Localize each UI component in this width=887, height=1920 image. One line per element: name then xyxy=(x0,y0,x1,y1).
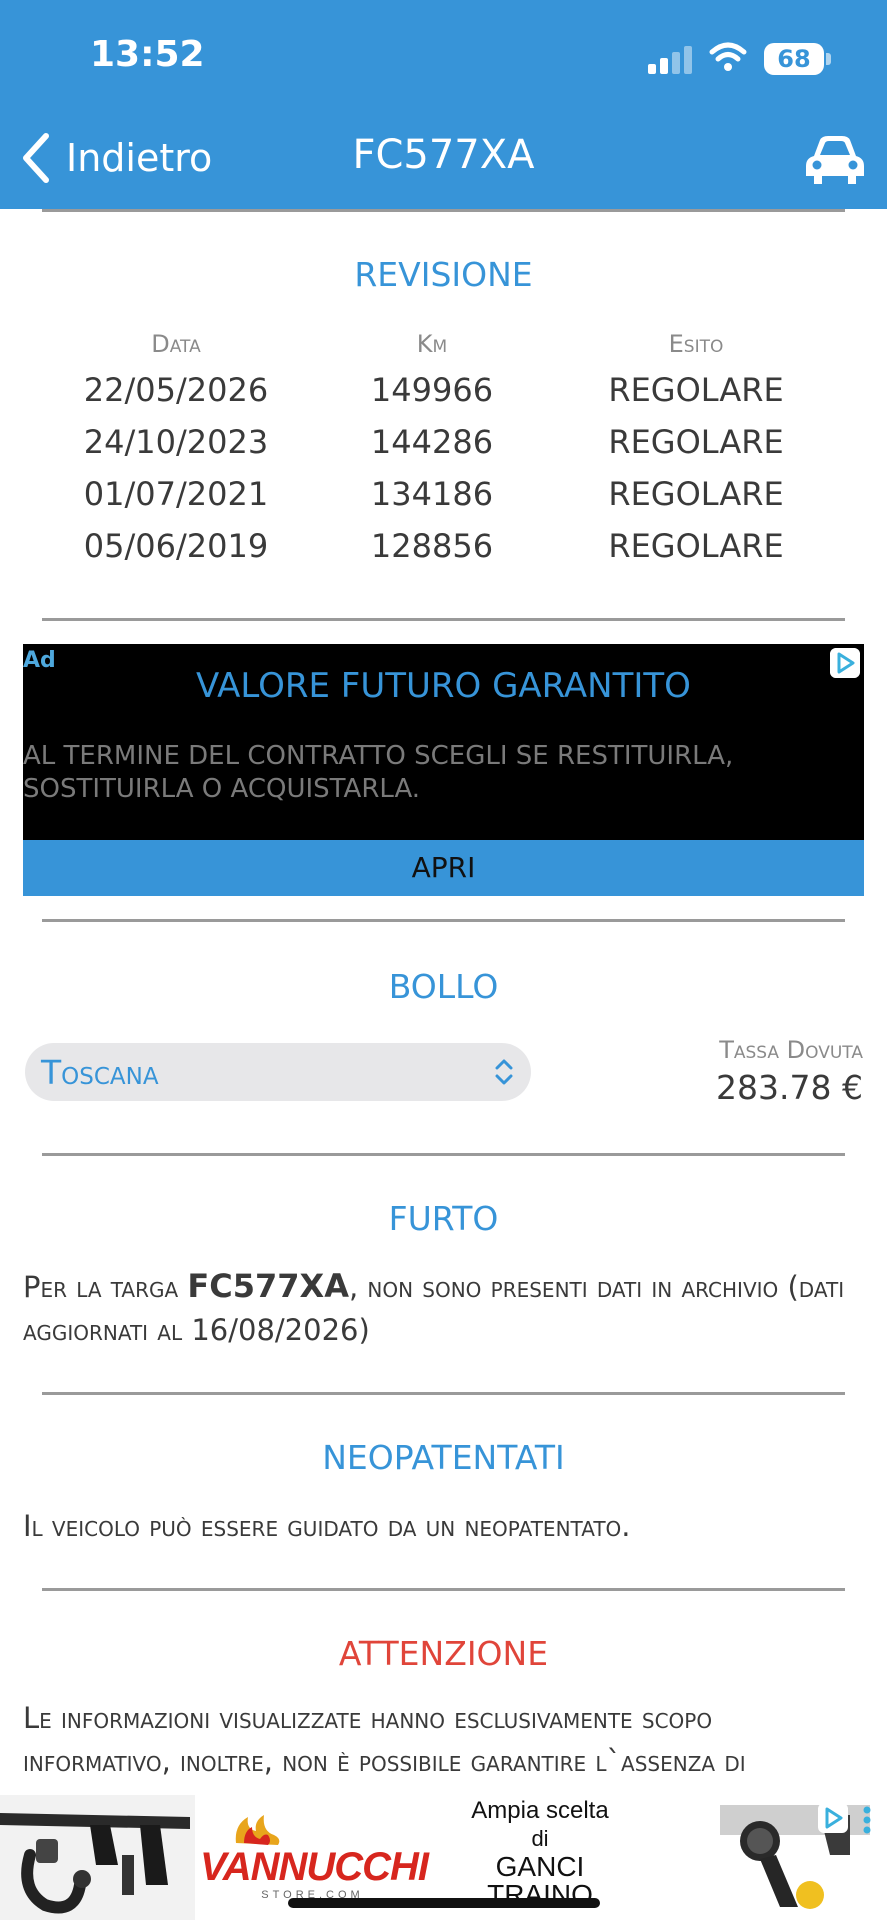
revision-date: 22/05/2026 xyxy=(83,371,269,409)
revision-date: 24/10/2023 xyxy=(83,423,269,461)
ad-open-button[interactable]: APRI xyxy=(23,840,864,896)
battery-tip xyxy=(826,53,831,65)
revision-km: 134186 xyxy=(370,475,494,513)
furto-title: FURTO xyxy=(388,1199,499,1238)
tow-ball-image xyxy=(700,1795,887,1920)
ad-banner[interactable]: Ad VALORE FUTURO GARANTITO AL TERMINE DE… xyxy=(23,644,864,896)
chevron-up-down-icon xyxy=(495,1059,513,1085)
cellular-signal-icon xyxy=(648,44,694,74)
furto-text: Per la targa FC577XA, non sono presenti … xyxy=(23,1265,865,1352)
revision-km: 128856 xyxy=(370,527,494,565)
neopatentati-title: NEOPATENTATI xyxy=(322,1438,565,1477)
revision-title: REVISIONE xyxy=(354,255,533,294)
divider xyxy=(42,1153,845,1156)
revision-outcome: REGOLARE xyxy=(608,423,784,461)
ad-body: AL TERMINE DEL CONTRATTO SCEGLI SE RESTI… xyxy=(23,741,734,804)
revision-outcome: REGOLARE xyxy=(608,371,784,409)
adchoices-icon[interactable] xyxy=(818,1803,848,1833)
revision-date: 05/06/2019 xyxy=(83,527,269,565)
revision-outcome: REGOLARE xyxy=(608,475,784,513)
revision-header-km: Km xyxy=(416,330,448,358)
region-select-value: Toscana xyxy=(41,1053,159,1092)
status-time: 13:52 xyxy=(90,34,205,75)
revision-header-outcome: Esito xyxy=(668,330,724,358)
revision-header-date: Data xyxy=(151,330,201,358)
divider xyxy=(42,618,845,621)
divider xyxy=(42,1392,845,1395)
region-select[interactable]: Toscana xyxy=(25,1043,531,1101)
attenzione-title: ATTENZIONE xyxy=(338,1634,549,1673)
banner-line-3: GANCI xyxy=(495,1851,585,1882)
furto-text-before: Per la targa xyxy=(23,1270,188,1304)
furto-plate: FC577XA xyxy=(187,1267,349,1305)
banner-line-2: di xyxy=(531,1826,549,1851)
vannucchi-logo: VANNUCCHI STORE.COM xyxy=(200,1813,429,1903)
page-title: FC577XA xyxy=(352,132,535,178)
battery-icon: 68 xyxy=(764,43,824,75)
revision-km: 149966 xyxy=(370,371,494,409)
status-bar: 13:52 68 xyxy=(0,0,887,112)
bollo-title: BOLLO xyxy=(388,967,499,1006)
more-options-icon[interactable] xyxy=(862,1805,872,1835)
banner-brand: VANNUCCHI xyxy=(200,1845,429,1889)
attenzione-text: Le informazioni visualizzate hanno esclu… xyxy=(23,1701,746,1778)
divider xyxy=(42,919,845,922)
divider xyxy=(42,1588,845,1591)
car-icon[interactable] xyxy=(804,132,866,188)
nav-bar: Indietro FC577XA xyxy=(0,112,887,209)
revision-km: 144286 xyxy=(370,423,494,461)
banner-line-1: Ampia scelta xyxy=(471,1797,609,1824)
neopatentati-text: Il veicolo può essere guidato da un neop… xyxy=(23,1509,631,1543)
tow-hitch-image xyxy=(0,1795,195,1920)
wifi-icon xyxy=(709,42,747,71)
home-indicator[interactable] xyxy=(288,1898,600,1908)
revision-date: 01/07/2021 xyxy=(83,475,269,513)
divider xyxy=(42,209,845,212)
revision-outcome: REGOLARE xyxy=(608,527,784,565)
tax-label: Tassa Dovuta xyxy=(719,1036,863,1064)
flame-logo-icon xyxy=(235,1815,280,1845)
ad-title[interactable]: VALORE FUTURO GARANTITO xyxy=(23,666,864,706)
tax-value: 283.78 € xyxy=(716,1068,863,1107)
banner-text: Ampia scelta di GANCI TRAINO xyxy=(440,1797,640,1909)
